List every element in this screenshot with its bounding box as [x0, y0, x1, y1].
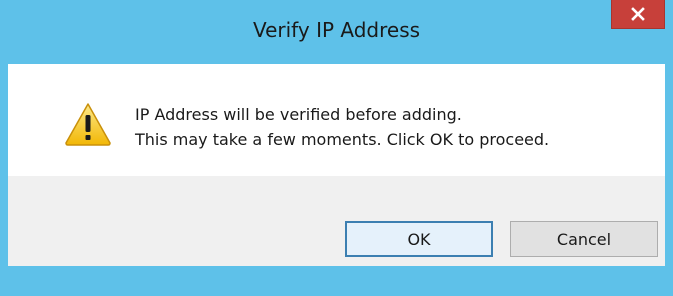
warning-icon: [64, 102, 112, 146]
close-icon: [631, 7, 645, 21]
dialog-content: IP Address will be verified before addin…: [8, 64, 665, 176]
dialog-message: IP Address will be verified before addin…: [135, 102, 549, 152]
dialog-window: Verify IP Address IP Address will be ver…: [0, 0, 673, 296]
message-line-1: IP Address will be verified before addin…: [135, 105, 462, 124]
close-button[interactable]: [611, 0, 665, 29]
message-line-2: This may take a few moments. Click OK to…: [135, 130, 550, 149]
cancel-button[interactable]: Cancel: [510, 221, 658, 257]
title-bar[interactable]: Verify IP Address: [0, 0, 673, 64]
dialog-footer: OK Cancel: [8, 176, 665, 266]
dialog-title: Verify IP Address: [252, 18, 421, 42]
ok-button[interactable]: OK: [345, 221, 493, 257]
